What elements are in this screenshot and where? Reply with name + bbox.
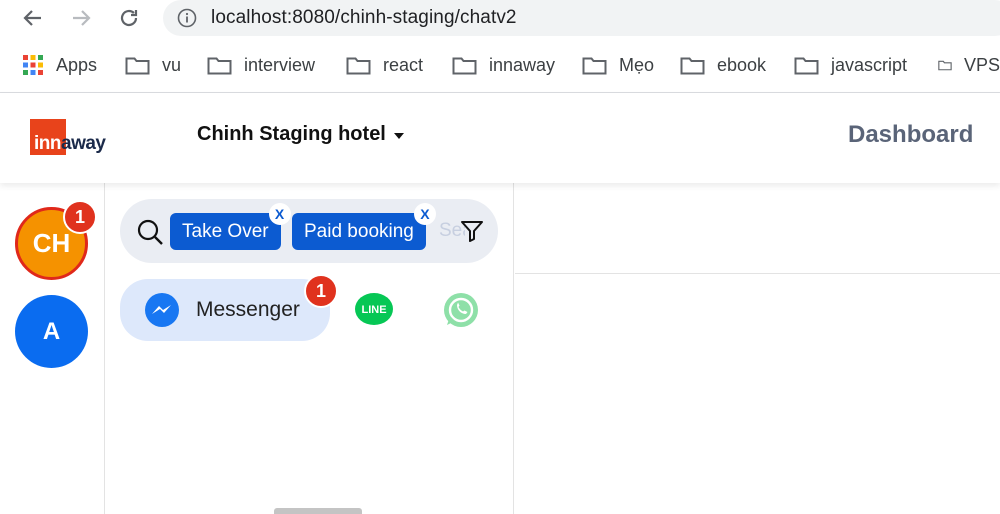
url-text: localhost:8080/chinh-staging/chatv2 bbox=[211, 7, 517, 28]
hotel-selector[interactable]: Chinh Staging hotel bbox=[197, 123, 404, 146]
folder-icon bbox=[207, 57, 232, 75]
channel-tab-messenger[interactable]: Messenger bbox=[120, 279, 330, 341]
info-icon bbox=[177, 8, 197, 28]
avatar-initials: CH bbox=[32, 228, 71, 258]
svg-text:LINE: LINE bbox=[361, 304, 386, 316]
address-bar[interactable]: localhost:8080/chinh-staging/chatv2 bbox=[163, 0, 1000, 36]
conversation-header bbox=[515, 183, 1000, 274]
apps-grid-icon bbox=[23, 55, 43, 75]
app-header: innaway Chinh Staging hotel Dashboard bbox=[0, 93, 1000, 183]
bookmark-label: Mẹo bbox=[619, 54, 655, 75]
conversation-panel bbox=[515, 183, 1000, 514]
bookmark-label: vu bbox=[162, 54, 182, 75]
messenger-badge: 1 bbox=[304, 274, 338, 308]
folder-icon bbox=[938, 60, 952, 71]
bookmark-folder-interview[interactable]: interview bbox=[207, 52, 315, 78]
logo-text: innaway bbox=[34, 133, 106, 154]
chip-close-icon[interactable]: X bbox=[413, 203, 436, 225]
bookmark-label: javascript bbox=[831, 54, 908, 75]
conversation-list-panel: Take Over X Paid booking X Search Messen… bbox=[106, 183, 514, 514]
reload-button[interactable] bbox=[114, 4, 144, 32]
folder-icon bbox=[125, 57, 150, 75]
whatsapp-icon[interactable] bbox=[442, 291, 480, 329]
folder-icon bbox=[794, 57, 819, 75]
forward-button[interactable] bbox=[66, 4, 96, 32]
caret-down-icon bbox=[393, 132, 404, 139]
chip-close-icon[interactable]: X bbox=[268, 203, 291, 225]
browser-toolbar: localhost:8080/chinh-staging/chatv2 bbox=[0, 0, 1000, 38]
folder-icon bbox=[346, 57, 371, 75]
bookmark-label: react bbox=[383, 54, 424, 75]
scrollbar-thumb[interactable] bbox=[274, 508, 362, 514]
back-arrow-icon bbox=[23, 10, 41, 26]
unread-badge: 1 bbox=[63, 200, 97, 234]
filter-chip-take-over: Take Over X bbox=[170, 203, 291, 250]
folder-icon bbox=[452, 57, 477, 75]
chip-label: Take Over bbox=[182, 220, 269, 242]
hotel-rail: CH 1 A bbox=[0, 183, 105, 514]
filter-chip-paid-booking: Paid booking X bbox=[292, 203, 436, 250]
bookmark-folder-innaway[interactable]: innaway bbox=[452, 52, 555, 78]
bookmark-apps[interactable]: Apps bbox=[22, 52, 97, 78]
chip-label: Paid booking bbox=[304, 220, 414, 242]
bookmark-folder-react[interactable]: react bbox=[346, 52, 423, 78]
bookmark-label: ebook bbox=[717, 54, 767, 75]
bookmark-folder-javascript[interactable]: javascript bbox=[794, 52, 907, 78]
reload-icon bbox=[120, 9, 138, 27]
avatar-a[interactable]: A bbox=[15, 295, 88, 368]
back-button[interactable] bbox=[18, 4, 48, 32]
dashboard-link[interactable]: Dashboard bbox=[848, 121, 973, 149]
bookmark-folder-vps[interactable]: VPS bbox=[938, 52, 1000, 78]
channel-label: Messenger bbox=[196, 298, 300, 321]
innaway-logo[interactable]: innaway bbox=[30, 119, 112, 155]
bookmark-folder-ebook[interactable]: ebook bbox=[680, 52, 766, 78]
bookmark-label: VPS bbox=[963, 54, 1000, 75]
folder-icon bbox=[680, 57, 705, 75]
bookmark-folder-vu[interactable]: vu bbox=[125, 52, 181, 78]
bookmark-label: interview bbox=[244, 54, 316, 75]
line-icon[interactable]: LINE bbox=[354, 291, 394, 331]
bookmark-label: Apps bbox=[56, 54, 98, 75]
hotel-name: Chinh Staging hotel bbox=[197, 123, 386, 145]
messenger-icon bbox=[145, 293, 179, 327]
avatar-initials: A bbox=[42, 317, 61, 345]
bookmark-folder-meo[interactable]: Mẹo bbox=[582, 52, 654, 78]
folder-icon bbox=[582, 57, 607, 75]
forward-arrow-icon bbox=[73, 10, 91, 26]
bookmark-label: innaway bbox=[489, 54, 556, 75]
search-icon[interactable] bbox=[136, 218, 164, 246]
filter-icon[interactable] bbox=[460, 219, 484, 243]
